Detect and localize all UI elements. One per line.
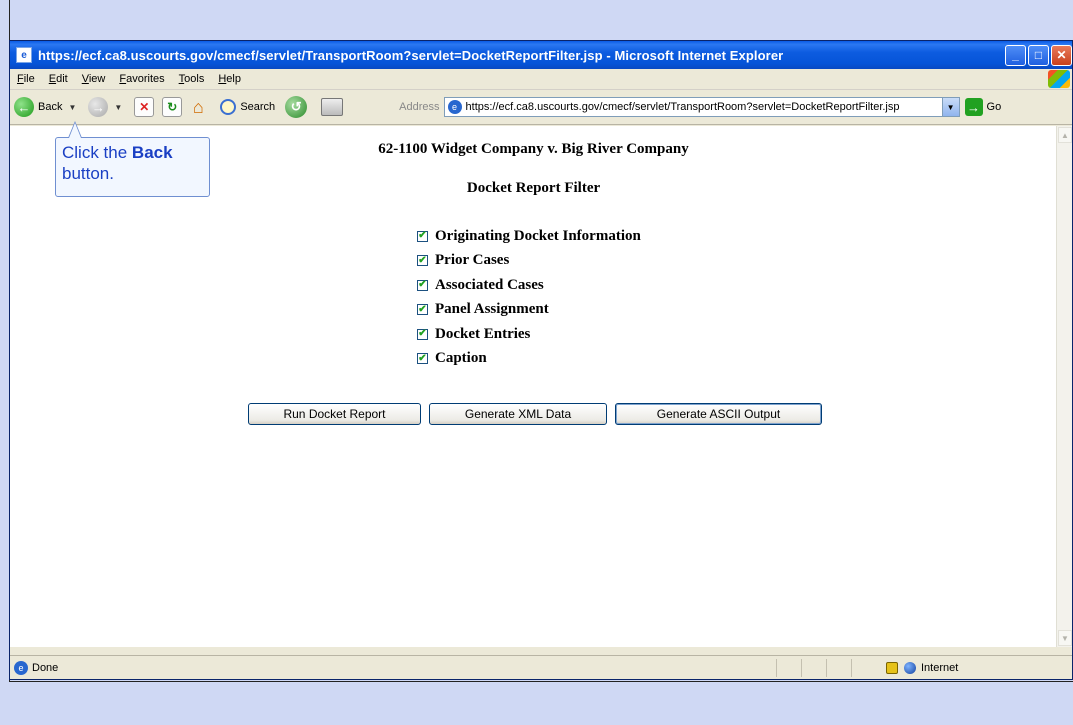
search-icon: [220, 99, 237, 115]
ie-icon: e: [16, 47, 32, 63]
zone-label: Internet: [921, 662, 959, 674]
generate-ascii-output-button[interactable]: Generate ASCII Output: [615, 403, 822, 425]
history-button[interactable]: ↺: [285, 96, 308, 118]
page-icon: e: [447, 100, 462, 114]
menu-bar: File Edit View Favorites Tools Help: [10, 69, 1072, 90]
status-pane: [851, 659, 876, 677]
option-docket-entries[interactable]: ✔ Docket Entries: [417, 322, 641, 347]
back-button[interactable]: ← Back ▼: [14, 97, 76, 117]
search-button[interactable]: Search: [220, 99, 275, 115]
option-label: Panel Assignment: [435, 301, 549, 318]
page-done-icon: e: [14, 661, 28, 675]
close-button[interactable]: ✕: [1051, 44, 1072, 66]
callout-emphasis: Back: [131, 143, 173, 162]
search-label: Search: [240, 101, 276, 113]
status-text: Done: [32, 662, 59, 674]
go-arrow-icon: →: [964, 98, 983, 116]
back-dropdown-icon[interactable]: ▼: [68, 103, 76, 112]
maximize-button[interactable]: □: [1028, 44, 1049, 66]
browser-window: e https://ecf.ca8.uscourts.gov/cmecf/ser…: [9, 40, 1073, 680]
option-associated-cases[interactable]: ✔ Associated Cases: [417, 273, 641, 298]
option-prior-cases[interactable]: ✔ Prior Cases: [417, 249, 641, 274]
status-pane: [801, 659, 826, 677]
stop-icon: ✕: [134, 97, 155, 117]
callout-pointer-fill: [69, 123, 81, 138]
internet-zone-icon: [904, 662, 916, 674]
page-content: 62-1100 Widget Company v. Big River Comp…: [10, 126, 1057, 647]
history-icon: ↺: [285, 96, 308, 118]
menu-view[interactable]: View: [75, 73, 113, 85]
callout-prefix: Click the: [62, 143, 132, 162]
action-buttons: Run Docket Report Generate XML Data Gene…: [248, 403, 830, 425]
windows-logo-icon: [1048, 70, 1070, 88]
option-label: Prior Cases: [435, 252, 510, 269]
instruction-callout: Click the Back button.: [55, 137, 210, 197]
lock-icon: [886, 662, 898, 674]
address-url[interactable]: https://ecf.ca8.uscourts.gov/cmecf/servl…: [466, 101, 942, 113]
checkbox-checked-icon[interactable]: ✔: [417, 328, 428, 340]
scroll-up-icon[interactable]: ▲: [1058, 127, 1072, 143]
back-arrow-icon: ←: [14, 97, 34, 117]
address-bar[interactable]: e https://ecf.ca8.uscourts.gov/cmecf/ser…: [443, 97, 960, 117]
checkbox-checked-icon[interactable]: ✔: [417, 279, 428, 291]
print-button[interactable]: [321, 98, 344, 116]
scroll-down-icon[interactable]: ▼: [1058, 630, 1072, 646]
print-icon: [321, 98, 344, 116]
forward-arrow-icon: →: [88, 97, 109, 117]
status-bar: e Done Internet: [10, 655, 1072, 680]
refresh-icon: ↻: [162, 97, 183, 117]
home-button[interactable]: ⌂: [188, 97, 208, 117]
home-icon: ⌂: [192, 96, 204, 117]
option-label: Associated Cases: [435, 276, 544, 293]
generate-xml-data-button[interactable]: Generate XML Data: [429, 403, 607, 425]
option-originating-docket-information[interactable]: ✔ Originating Docket Information: [417, 224, 641, 249]
toolbar: ← Back ▼ → ▼ ✕ ↻ ⌂ Search ↺ Address e ht…: [10, 90, 1072, 125]
minimize-button[interactable]: _: [1005, 44, 1026, 66]
option-label: Originating Docket Information: [435, 227, 641, 244]
option-label: Caption: [435, 350, 487, 367]
checkbox-checked-icon[interactable]: ✔: [417, 353, 428, 365]
forward-button[interactable]: → ▼: [88, 97, 122, 117]
forward-dropdown-icon[interactable]: ▼: [114, 103, 122, 112]
title-bar[interactable]: e https://ecf.ca8.uscourts.gov/cmecf/ser…: [10, 41, 1072, 69]
menu-edit[interactable]: Edit: [42, 73, 75, 85]
option-caption[interactable]: ✔ Caption: [417, 347, 641, 372]
address-dropdown-icon[interactable]: ▼: [941, 98, 959, 116]
refresh-button[interactable]: ↻: [162, 97, 183, 117]
stop-button[interactable]: ✕: [134, 97, 155, 117]
status-pane: [826, 659, 851, 677]
go-button[interactable]: → Go: [964, 98, 1002, 116]
checkbox-checked-icon[interactable]: ✔: [417, 304, 428, 316]
report-options: ✔ Originating Docket Information ✔ Prior…: [417, 224, 641, 371]
window-title: https://ecf.ca8.uscourts.gov/cmecf/servl…: [38, 47, 784, 63]
go-label: Go: [986, 101, 1002, 113]
option-label: Docket Entries: [435, 325, 531, 342]
status-pane: [776, 659, 801, 677]
vertical-scrollbar[interactable]: ▲ ▼: [1056, 126, 1072, 647]
back-label: Back: [38, 101, 63, 113]
callout-suffix: button.: [62, 164, 114, 183]
checkbox-checked-icon[interactable]: ✔: [417, 230, 428, 242]
menu-file[interactable]: File: [10, 73, 42, 85]
menu-tools[interactable]: Tools: [172, 73, 212, 85]
run-docket-report-button[interactable]: Run Docket Report: [248, 403, 421, 425]
menu-favorites[interactable]: Favorites: [112, 73, 171, 85]
checkbox-checked-icon[interactable]: ✔: [417, 255, 428, 267]
menu-help[interactable]: Help: [211, 73, 248, 85]
address-label: Address: [399, 101, 440, 113]
option-panel-assignment[interactable]: ✔ Panel Assignment: [417, 298, 641, 323]
